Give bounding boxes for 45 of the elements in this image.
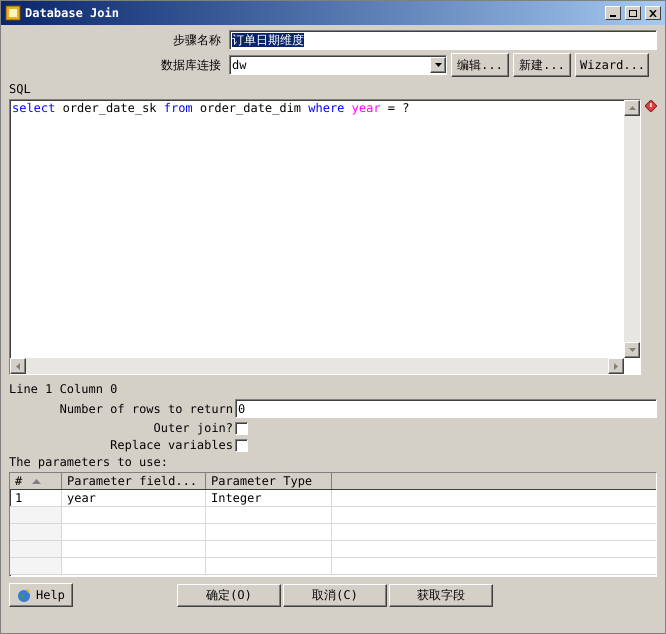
checkbox[interactable] [235, 422, 248, 434]
close-button[interactable] [645, 6, 661, 20]
maximize-button[interactable] [625, 6, 641, 20]
connection-button[interactable]: Wizard... [575, 53, 649, 77]
action-button[interactable]: 取消(C) [283, 584, 387, 606]
column-header[interactable]: Parameter field... [62, 473, 206, 489]
action-button[interactable]: 确定(O) [177, 584, 281, 606]
connection-dropdown[interactable]: dw [229, 55, 447, 75]
vertical-scrollbar[interactable] [624, 100, 640, 358]
column-header[interactable]: # [10, 473, 62, 489]
rows-to-return-label: Number of rows to return [58, 402, 234, 416]
action-button[interactable]: 获取字段 [389, 584, 493, 606]
table-cell: Integer [206, 490, 332, 506]
column-header[interactable]: Parameter Type [206, 473, 332, 489]
sql-editor[interactable]: select order_date_sk from order_date_dim where year = ? [9, 99, 642, 375]
cursor-position: Line 1 Column 0 [9, 382, 118, 396]
sql-label: SQL [9, 82, 32, 96]
step-name-label: 步骤名称 [172, 33, 222, 47]
option-label: Replace variables [109, 438, 234, 452]
sort-ascending-icon [32, 478, 42, 484]
close-icon [649, 10, 657, 16]
table-cell: year [62, 490, 206, 506]
connection-label: 数据库连接 [160, 58, 222, 72]
connection-button[interactable]: 新建... [513, 53, 571, 77]
up-arrow-icon [628, 106, 636, 110]
minimize-button[interactable] [605, 6, 621, 20]
option-label: Outer join? [152, 421, 234, 435]
globe-icon [16, 587, 32, 603]
table-cell: 1 [10, 490, 62, 506]
connection-button[interactable]: 编辑... [451, 53, 509, 77]
rows-to-return-field[interactable]: 0 [235, 399, 657, 418]
app-icon [5, 5, 21, 21]
checkbox[interactable] [235, 438, 248, 452]
caret-icon [434, 63, 442, 67]
parameters-label: The parameters to use: [9, 455, 169, 469]
sql-text: select order_date_sk from order_date_dim where year = ? [11, 100, 410, 117]
maximize-icon [629, 10, 637, 16]
help-button[interactable]: Help [9, 583, 73, 607]
horizontal-scrollbar[interactable] [10, 358, 624, 374]
left-arrow-icon [16, 362, 20, 370]
window-title: Database Join [25, 6, 120, 20]
step-name-field[interactable]: 订单日期维度 [229, 30, 657, 50]
down-arrow-icon [628, 348, 636, 352]
right-arrow-icon [614, 362, 618, 370]
diamond-icon [645, 100, 657, 112]
